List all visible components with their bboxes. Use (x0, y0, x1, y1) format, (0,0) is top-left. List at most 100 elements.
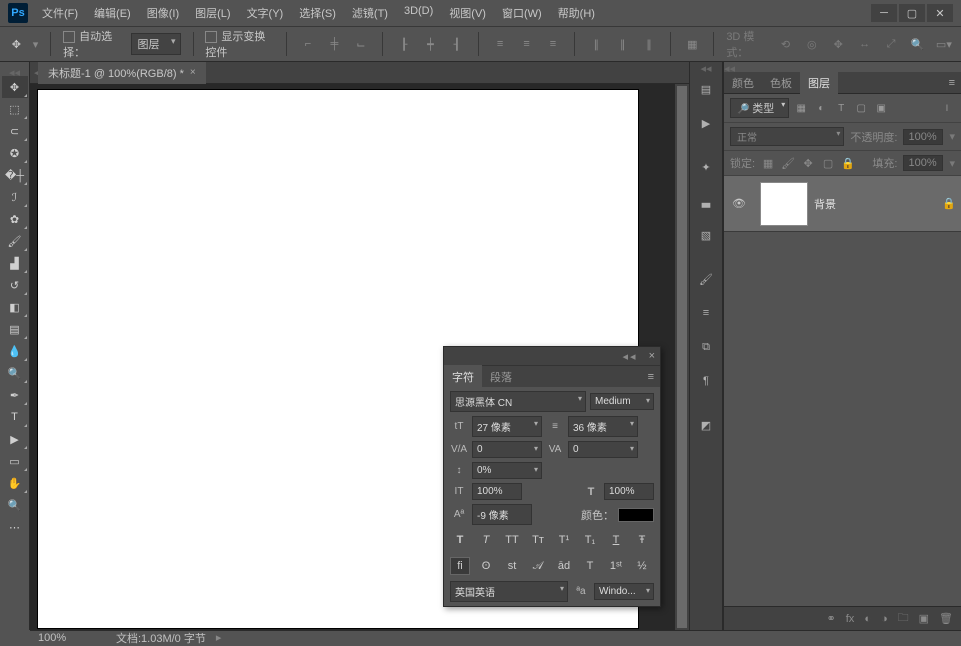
history-brush-tool[interactable]: ↺ (2, 274, 28, 296)
actions-panel-icon[interactable]: ▶ (691, 108, 721, 138)
menu-3d[interactable]: 3D(D) (398, 2, 439, 24)
character-panel-menu-icon[interactable]: ≡ (642, 371, 660, 383)
font-family-dd[interactable]: 思源黑体 CN (450, 391, 586, 412)
properties-panel-icon[interactable]: ◩ (691, 410, 721, 440)
tab-swatches[interactable]: 色板 (762, 71, 800, 95)
ordinals-button[interactable]: 1ˢᵗ (606, 557, 626, 575)
distribute-top-icon[interactable]: ≡ (491, 33, 509, 55)
status-menu-icon[interactable]: ▸ (216, 631, 222, 644)
allcaps-button[interactable]: TT (502, 531, 522, 549)
ligatures-button[interactable]: fi (450, 557, 470, 575)
layer-fx-icon[interactable]: fx (846, 613, 855, 625)
align-right-icon[interactable]: ┨ (448, 33, 466, 55)
layer-lock-icon[interactable]: 🔒 (937, 197, 961, 210)
align-left-icon[interactable]: ┠ (395, 33, 413, 55)
distribute-vcenter-icon[interactable]: ≡ (517, 33, 535, 55)
leading-input[interactable]: 36 像素 (568, 416, 638, 437)
align-bottom-icon[interactable]: ⌙ (352, 33, 370, 55)
smallcaps-button[interactable]: Tᴛ (528, 531, 548, 549)
menu-view[interactable]: 视图(V) (443, 2, 492, 24)
vscale-input[interactable]: 100% (472, 483, 522, 500)
minimize-button[interactable]: ─ (871, 4, 897, 22)
filter-adjust-icon[interactable]: ◐ (813, 100, 829, 116)
lock-position-icon[interactable]: ✥ (801, 156, 815, 170)
menu-image[interactable]: 图像(I) (141, 2, 185, 24)
baseline-input[interactable]: -9 像素 (472, 504, 532, 525)
tab-character[interactable]: 字符 (444, 365, 482, 389)
tab-paragraph[interactable]: 段落 (482, 365, 520, 389)
superscript-button[interactable]: T¹ (554, 531, 574, 549)
dock-grip[interactable]: ◂◂ (690, 62, 722, 72)
auto-select-check[interactable]: 自动选择： (63, 28, 122, 60)
contextual-alt-button[interactable]: ʘ (476, 557, 496, 575)
vertical-scrollbar[interactable] (675, 84, 689, 630)
tracking-input[interactable]: 0 (568, 441, 638, 458)
roll-3d-icon[interactable]: ◎ (803, 33, 821, 55)
font-size-input[interactable]: 27 像素 (472, 416, 542, 437)
text-color-swatch[interactable] (618, 508, 654, 522)
swash-button[interactable]: 𝒜 (528, 557, 548, 575)
auto-select-target-dd[interactable]: 图层 (131, 33, 181, 55)
italic-button[interactable]: T (476, 531, 496, 549)
auto-align-icon[interactable]: ▦ (683, 33, 701, 55)
gradient-tool[interactable]: ▤ (2, 318, 28, 340)
slide-3d-icon[interactable]: ↔ (855, 33, 873, 55)
workspace-menu-icon[interactable]: ▭▾ (935, 33, 953, 55)
hscale-input[interactable]: 100% (604, 483, 654, 500)
edit-toolbar[interactable]: ⋯ (2, 516, 28, 538)
fractions-button[interactable]: ½ (632, 557, 652, 575)
fill-input[interactable]: 100% (903, 155, 943, 171)
kerning-input[interactable]: 0 (472, 441, 542, 458)
visibility-toggle-icon[interactable]: 👁 (724, 197, 754, 210)
close-button[interactable]: ✕ (927, 4, 953, 22)
shape-tool[interactable]: ▭ (2, 450, 28, 472)
stylistic-alt-button[interactable]: ād (554, 557, 574, 575)
tab-layers[interactable]: 图层 (800, 71, 838, 95)
document-tab[interactable]: 未标题-1 @ 100%(RGB/8) * × (38, 62, 206, 84)
eyedropper-tool[interactable]: ℐ (2, 186, 28, 208)
menu-layer[interactable]: 图层(L) (189, 2, 236, 24)
crop-tool[interactable]: �┼ (2, 164, 28, 186)
layer-name[interactable]: 背景 (814, 196, 937, 212)
hand-tool[interactable]: ✋ (2, 472, 28, 494)
dodge-tool[interactable]: 🔍 (2, 362, 28, 384)
height-input[interactable]: 0% (472, 462, 542, 479)
underline-button[interactable]: T (606, 531, 626, 549)
new-group-icon[interactable]: 🗀 (898, 609, 909, 628)
layer-mask-icon[interactable]: ◐ (864, 613, 871, 625)
zoom-tool[interactable]: 🔍 (2, 494, 28, 516)
layer-filter-dd[interactable]: 🔎 类型 (730, 98, 789, 118)
history-panel-icon[interactable]: ▤ (691, 74, 721, 104)
zoom-level[interactable]: 100% (30, 632, 100, 644)
menu-help[interactable]: 帮助(H) (552, 2, 601, 24)
panel-close-icon[interactable]: × (644, 350, 660, 362)
strikethrough-button[interactable]: Ŧ (632, 531, 652, 549)
paragraph-panel-icon[interactable]: ¶ (691, 366, 721, 396)
titling-alt-button[interactable]: T (580, 557, 600, 575)
tabs-grip[interactable]: ◂◂ (30, 66, 38, 79)
orbit-3d-icon[interactable]: ⟲ (776, 33, 794, 55)
eraser-tool[interactable]: ◧ (2, 296, 28, 318)
close-tab-icon[interactable]: × (190, 67, 196, 78)
search-icon[interactable]: 🔍 (908, 33, 926, 55)
panel-menu-icon[interactable]: ≡ (943, 77, 961, 89)
blur-tool[interactable]: 💧 (2, 340, 28, 362)
clone-stamp-tool[interactable]: ▟ (2, 252, 28, 274)
brushes-panel-icon[interactable]: 🖌 (691, 264, 721, 294)
pen-tool[interactable]: ✒ (2, 384, 28, 406)
lock-transparency-icon[interactable]: ▦ (761, 156, 775, 170)
marquee-tool[interactable]: ⬚ (2, 98, 28, 120)
bold-button[interactable]: T (450, 531, 470, 549)
clone-source-panel-icon[interactable]: ⧉ (691, 332, 721, 362)
scale-3d-icon[interactable]: ⤢ (882, 33, 900, 55)
lock-all-icon[interactable]: 🔒 (841, 156, 855, 170)
healing-brush-tool[interactable]: ✿ (2, 208, 28, 230)
distribute-bottom-icon[interactable]: ≡ (544, 33, 562, 55)
filter-smart-icon[interactable]: ▣ (873, 100, 889, 116)
align-hcenter-icon[interactable]: ┿ (421, 33, 439, 55)
brush-tool[interactable]: 🖌 (2, 230, 28, 252)
distribute-hcenter-icon[interactable]: ∥ (613, 33, 631, 55)
path-select-tool[interactable]: ▶ (2, 428, 28, 450)
menu-text[interactable]: 文字(Y) (241, 2, 290, 24)
filter-toggle-icon[interactable]: ⏽ (939, 100, 955, 116)
